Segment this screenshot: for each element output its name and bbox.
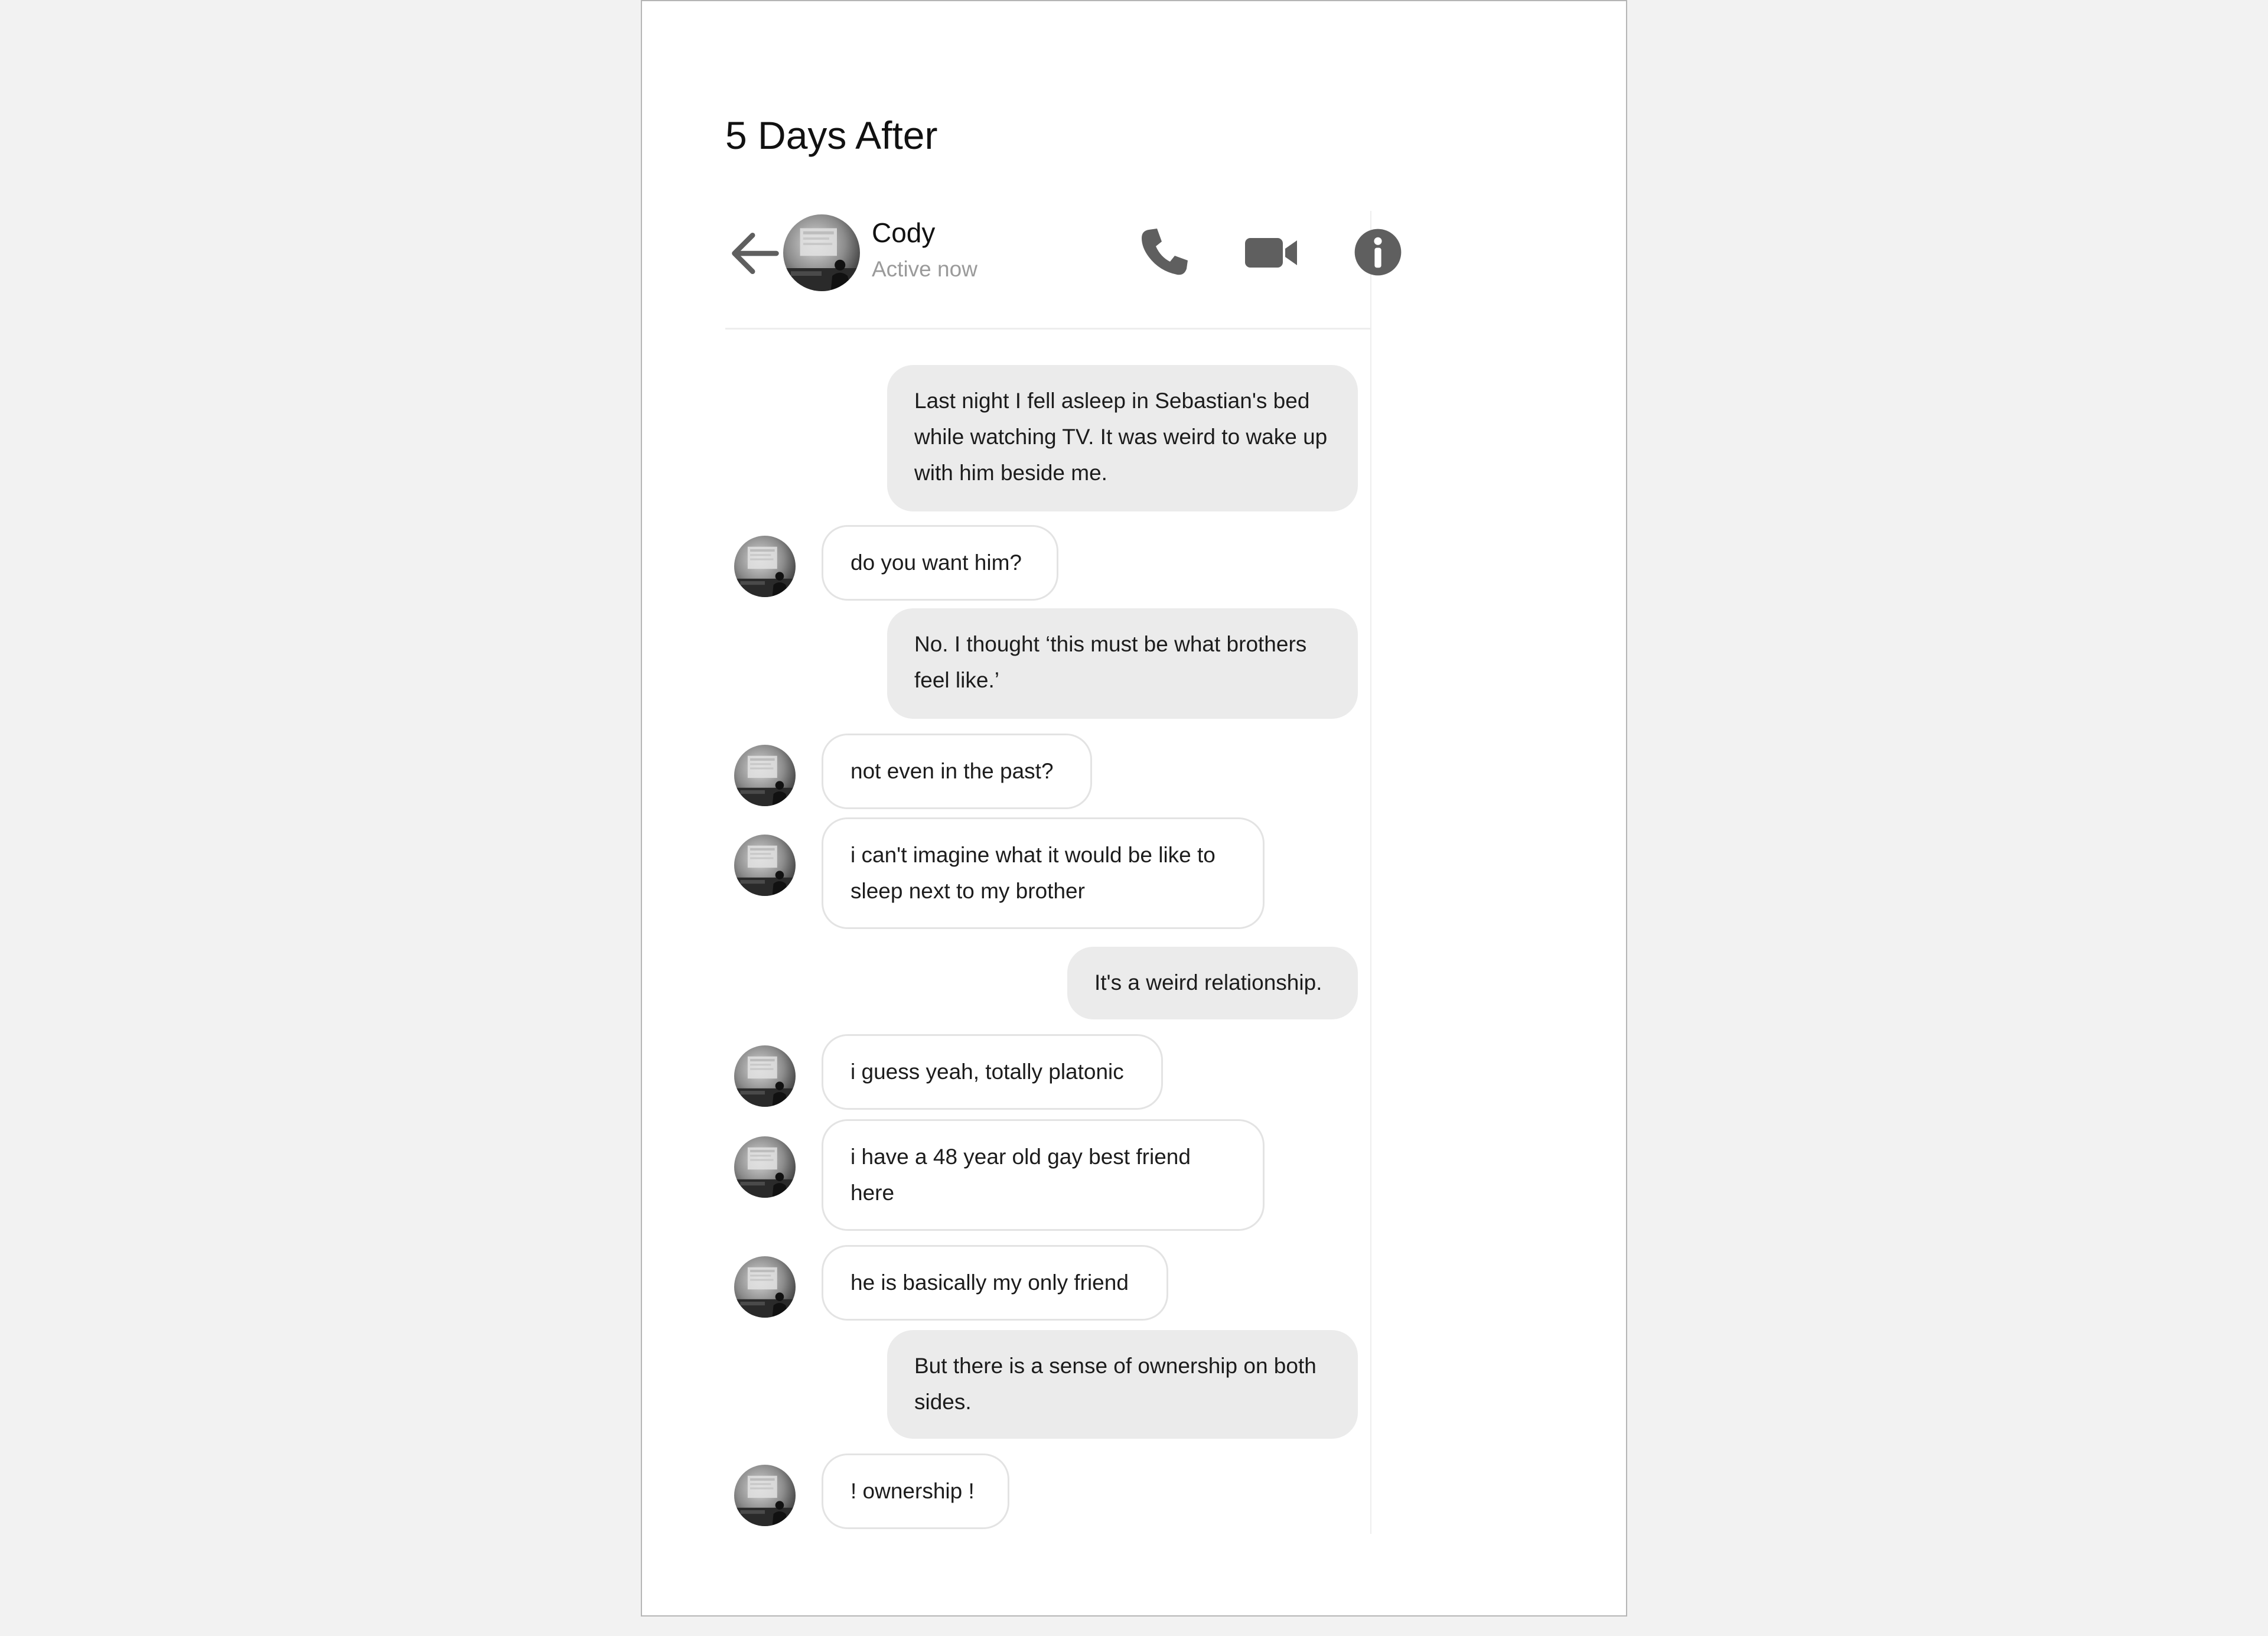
document-page: 5 Days After Cody Active now Last night …	[641, 0, 1627, 1617]
message-outgoing[interactable]: Last night I fell asleep in Sebastian's …	[887, 365, 1358, 511]
chat-window: Cody Active now Last night I fell asleep…	[725, 211, 1402, 1534]
chat-header: Cody Active now	[725, 211, 1402, 330]
message-incoming[interactable]: he is basically my only friend	[822, 1245, 1168, 1321]
page-title: 5 Days After	[725, 113, 938, 157]
message-incoming[interactable]: ! ownership !	[822, 1454, 1009, 1529]
info-icon[interactable]	[1351, 224, 1405, 281]
contact-avatar	[734, 536, 796, 597]
message-incoming[interactable]: i guess yeah, totally platonic	[822, 1034, 1163, 1110]
message-outgoing[interactable]: It's a weird relationship.	[1067, 947, 1358, 1019]
contact-name: Cody	[872, 217, 936, 248]
contact-status: Active now	[872, 257, 977, 281]
message-incoming[interactable]: not even in the past?	[822, 734, 1092, 809]
contact-avatar	[734, 1465, 796, 1526]
contact-avatar	[734, 1045, 796, 1107]
contact-avatar	[734, 745, 796, 806]
contact-avatar	[734, 1256, 796, 1318]
message-incoming[interactable]: do you want him?	[822, 525, 1058, 601]
contact-avatar	[734, 835, 796, 896]
message-incoming[interactable]: i can't imagine what it would be like to…	[822, 817, 1265, 929]
message-outgoing[interactable]: But there is a sense of ownership on bot…	[887, 1330, 1358, 1439]
contact-avatar	[734, 1136, 796, 1198]
contact-avatar[interactable]	[783, 214, 860, 291]
video-camera-icon[interactable]	[1243, 224, 1299, 281]
message-outgoing[interactable]: No. I thought ‘this must be what brother…	[887, 608, 1358, 719]
message-incoming[interactable]: i have a 48 year old gay best friend her…	[822, 1119, 1265, 1231]
arrow-left-icon[interactable]	[728, 226, 782, 281]
phone-icon[interactable]	[1136, 224, 1192, 281]
